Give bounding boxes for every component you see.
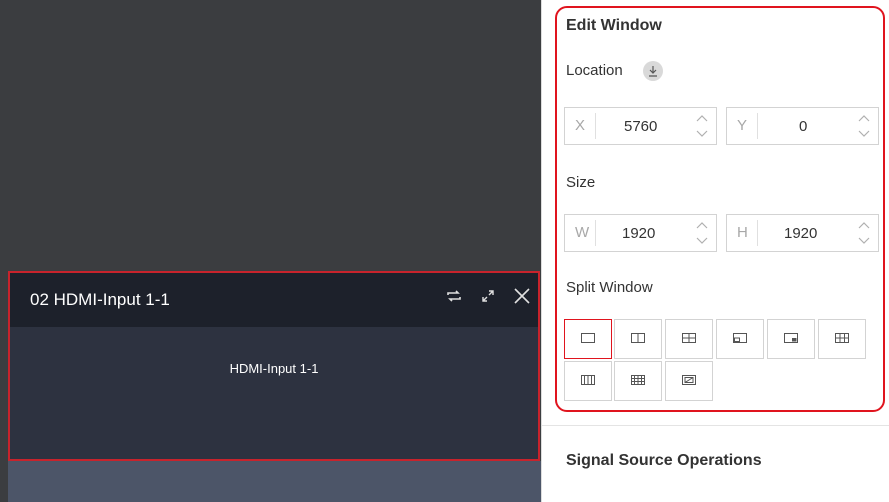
window-area-below [8, 461, 541, 502]
video-window[interactable]: 02 HDMI-Input 1-1 HDMI-Input 1-1 [8, 271, 540, 461]
height-value: 1920 [784, 225, 818, 242]
split-custom-button[interactable] [665, 361, 713, 401]
spinner-arrows-icon[interactable] [694, 112, 710, 140]
field-divider [757, 113, 758, 139]
width-value: 1920 [622, 225, 656, 242]
split-custom-icon [682, 372, 696, 390]
x-field[interactable]: X 5760 [564, 107, 717, 145]
split-9-icon [631, 372, 645, 390]
close-icon[interactable] [512, 286, 532, 306]
y-prefix: Y [737, 117, 748, 134]
split-1-button[interactable] [564, 319, 612, 359]
spinner-arrows-icon[interactable] [694, 219, 710, 247]
height-field[interactable]: H 1920 [726, 214, 879, 252]
split-4-button[interactable] [665, 319, 713, 359]
location-label: Location [566, 62, 623, 79]
split-1-icon [581, 330, 595, 348]
split-pip-left-button[interactable] [716, 319, 764, 359]
signal-source-heading: Signal Source Operations [566, 452, 762, 469]
download-icon[interactable] [643, 61, 663, 81]
swap-icon[interactable] [444, 286, 464, 306]
split-6-icon [835, 330, 849, 348]
spinner-arrows-icon[interactable] [856, 219, 872, 247]
split-3col-icon [581, 372, 595, 390]
split-pip-right-button[interactable] [767, 319, 815, 359]
split-pip-left-icon [733, 330, 747, 348]
split-2-button[interactable] [614, 319, 662, 359]
split-6-button[interactable] [818, 319, 866, 359]
field-divider [595, 113, 596, 139]
h-prefix: H [737, 224, 748, 241]
split-2-icon [631, 330, 645, 348]
y-value: 0 [799, 118, 808, 135]
section-divider [542, 425, 889, 426]
window-body: HDMI-Input 1-1 [10, 327, 538, 459]
w-prefix: W [575, 224, 590, 241]
spinner-arrows-icon[interactable] [856, 112, 872, 140]
x-prefix: X [575, 117, 586, 134]
window-source-label: HDMI-Input 1-1 [229, 361, 319, 376]
edit-window-heading: Edit Window [566, 17, 662, 34]
field-divider [595, 220, 596, 246]
split-pip-right-icon [784, 330, 798, 348]
width-field[interactable]: W 1920 [564, 214, 717, 252]
window-title: 02 HDMI-Input 1-1 [30, 290, 170, 309]
y-field[interactable]: Y 0 [726, 107, 879, 145]
split-4-icon [682, 330, 696, 348]
size-label: Size [566, 174, 596, 191]
x-value: 5760 [624, 118, 658, 135]
split-window-label: Split Window [566, 279, 653, 296]
split-9-button[interactable] [614, 361, 662, 401]
expand-icon[interactable] [478, 286, 498, 306]
field-divider [757, 220, 758, 246]
window-titlebar[interactable]: 02 HDMI-Input 1-1 [10, 273, 538, 327]
split-3col-button[interactable] [564, 361, 612, 401]
